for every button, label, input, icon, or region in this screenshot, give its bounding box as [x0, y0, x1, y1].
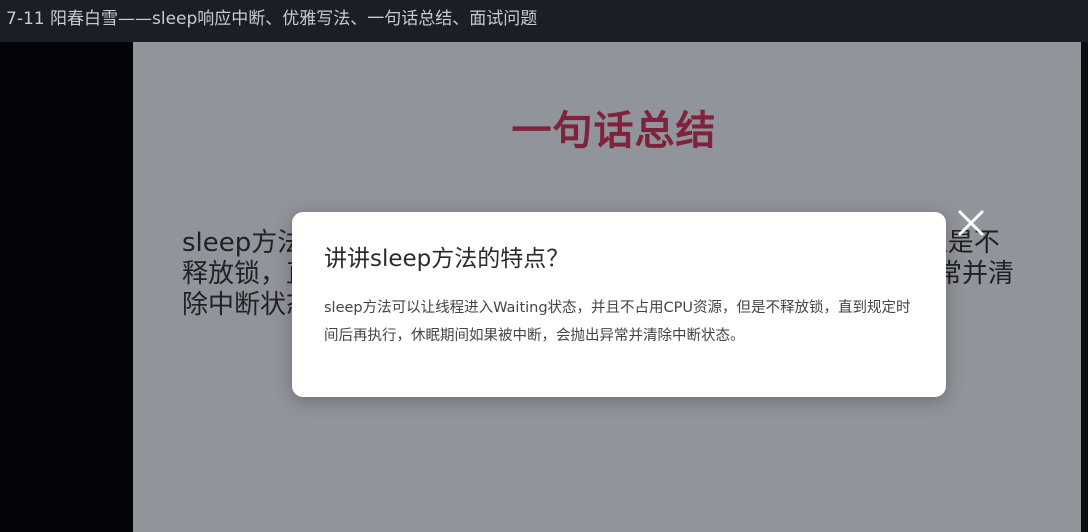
dialog-question: 讲讲sleep方法的特点？ — [324, 246, 570, 272]
scrollbar-track[interactable] — [1081, 42, 1088, 532]
left-gutter — [0, 42, 133, 532]
close-dialog-button[interactable] — [955, 207, 987, 239]
close-icon — [958, 210, 984, 236]
window-title: 7-11 阳春白雪——sleep响应中断、优雅写法、一句话总结、面试问题 — [0, 0, 1088, 42]
quiz-dialog: 讲讲sleep方法的特点？ sleep方法可以让线程进入Waiting状态，并且… — [292, 212, 946, 397]
dialog-answer: sleep方法可以让线程进入Waiting状态，并且不占用CPU资源，但是不释放… — [324, 300, 911, 344]
